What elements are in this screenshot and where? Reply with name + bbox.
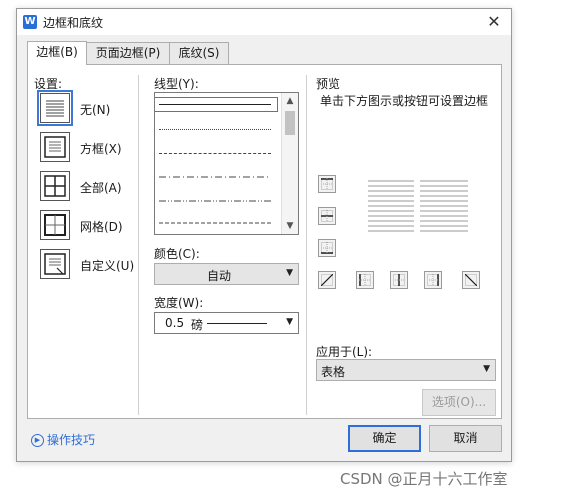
inside-vertical-border-button[interactable] — [390, 271, 408, 289]
apply-to-dropdown[interactable]: 表格 ▼ — [316, 359, 496, 381]
scroll-thumb[interactable] — [285, 111, 295, 135]
right-border-button[interactable] — [424, 271, 442, 289]
scroll-up-icon[interactable]: ▲ — [282, 93, 298, 109]
apply-to-label: 应用于(L): — [316, 345, 373, 359]
left-border-button[interactable] — [356, 271, 374, 289]
bottom-border-button[interactable] — [318, 239, 336, 257]
borders-panel: 设置: 无(N) 方框(X) 全部(A) 网格(D) 自定义(U) 线型(Y):… — [27, 64, 502, 419]
ok-button[interactable]: 确定 — [348, 425, 421, 452]
width-unit: 磅 — [191, 318, 204, 332]
setting-box-label: 方框(X) — [80, 142, 122, 156]
diagonal-up-icon — [321, 274, 333, 286]
setting-grid-label: 网格(D) — [80, 220, 123, 234]
color-dropdown[interactable]: 自动 ▼ — [154, 263, 299, 285]
watermark: CSDN @正月十六工作室 — [340, 470, 508, 488]
right-border-icon — [427, 274, 439, 286]
line-style-solid[interactable] — [155, 97, 278, 112]
border-grid-icon — [40, 210, 70, 240]
width-dropdown[interactable]: 0.5 磅 ▼ — [154, 312, 299, 334]
dialog-title: 边框和底纹 — [43, 16, 104, 30]
top-border-icon — [321, 178, 333, 190]
diagonal-down-button[interactable] — [462, 271, 480, 289]
chevron-down-icon: ▼ — [286, 268, 293, 278]
preview-label: 预览 — [316, 77, 341, 91]
border-custom-icon — [40, 249, 70, 279]
chevron-down-icon: ▼ — [483, 364, 490, 374]
color-value: 自动 — [207, 269, 232, 283]
tips-label: 操作技巧 — [47, 433, 96, 447]
close-button[interactable]: ✕ — [483, 11, 505, 33]
inside-vertical-border-icon — [393, 274, 405, 286]
border-box-icon — [40, 132, 70, 162]
close-icon: ✕ — [487, 12, 501, 31]
line-style-dotted[interactable] — [159, 129, 271, 130]
bottom-border-icon — [321, 242, 333, 254]
borders-shading-dialog: W 边框和底纹 ✕ 边框(B) 页面边框(P) 底纹(S) 设置: 无(N) 方… — [16, 8, 512, 462]
chevron-down-icon: ▼ — [286, 317, 293, 327]
settings-label: 设置: — [34, 77, 63, 91]
title-bar: W 边框和底纹 ✕ — [17, 9, 511, 35]
setting-all-label: 全部(A) — [80, 181, 122, 195]
divider — [138, 75, 139, 415]
color-label: 颜色(C): — [154, 247, 200, 261]
preview-hint: 单击下方图示或按钮可设置边框 — [320, 94, 489, 108]
line-style-list[interactable]: ▲ ▼ — [154, 92, 299, 235]
top-border-button[interactable] — [318, 175, 336, 193]
wps-writer-icon: W — [23, 15, 37, 29]
inside-horizontal-border-icon — [321, 210, 333, 222]
scroll-down-icon[interactable]: ▼ — [282, 218, 298, 234]
style-label: 线型(Y): — [154, 77, 199, 91]
border-all-icon — [40, 171, 70, 201]
cancel-button[interactable]: 取消 — [429, 425, 502, 452]
tab-page-border[interactable]: 页面边框(P) — [85, 42, 171, 64]
play-circle-icon: ▶ — [31, 434, 44, 447]
setting-none-label: 无(N) — [80, 103, 111, 117]
line-style-scrollbar[interactable]: ▲ ▼ — [281, 93, 298, 234]
tips-link[interactable]: ▶ 操作技巧 — [31, 431, 95, 448]
inside-horizontal-border-button[interactable] — [318, 207, 336, 225]
divider — [306, 75, 307, 415]
left-border-icon — [359, 274, 371, 286]
apply-to-value: 表格 — [321, 365, 346, 379]
preview-sample[interactable] — [364, 177, 472, 239]
width-value: 0.5 — [165, 316, 185, 330]
tab-shading[interactable]: 底纹(S) — [169, 42, 229, 64]
tab-borders[interactable]: 边框(B) — [27, 41, 87, 65]
diagonal-up-button[interactable] — [318, 271, 336, 289]
setting-custom-label: 自定义(U) — [80, 259, 135, 273]
line-style-dashed[interactable] — [159, 153, 271, 154]
width-label: 宽度(W): — [154, 296, 204, 310]
options-button[interactable]: 选项(O)... — [422, 389, 496, 416]
width-sample-line — [207, 323, 267, 324]
diagonal-down-icon — [465, 274, 477, 286]
border-none-icon — [37, 90, 73, 126]
